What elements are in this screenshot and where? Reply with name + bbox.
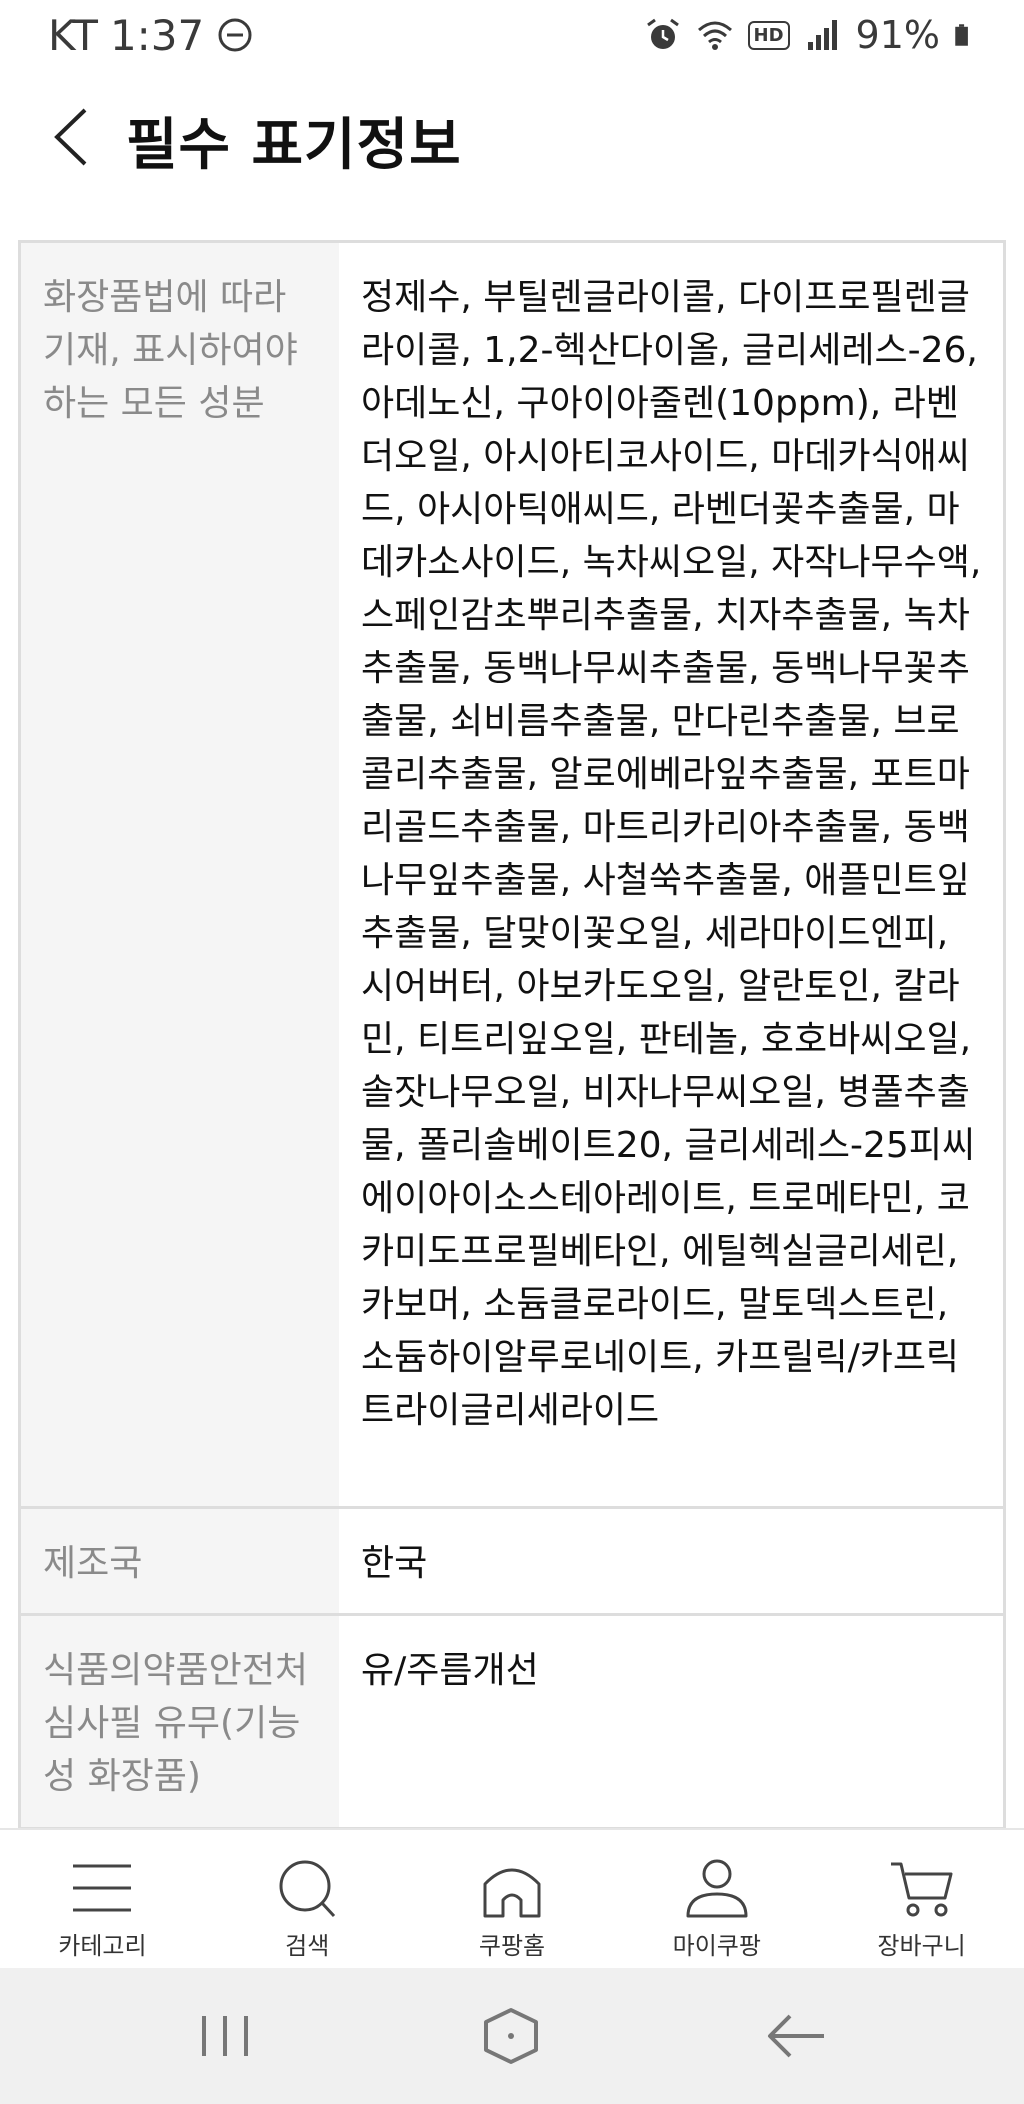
nav-label: 마이쿠팡 [672, 1932, 761, 1960]
nav-label: 쿠팡홈 [478, 1932, 546, 1960]
status-right: HD 91% [644, 13, 978, 57]
status-left: KT 1:37 [48, 11, 254, 60]
nav-cart[interactable]: 장바구니 [819, 1830, 1024, 1968]
required-info-table: 화장품법에 따라 기재, 표시하여야 하는 모든 성분 정제수, 부틸렌글라이콜… [18, 240, 1006, 1830]
cart-icon [890, 1862, 953, 1917]
nav-label: 장바구니 [877, 1932, 966, 1960]
back-arrow-icon[interactable] [762, 2006, 832, 2066]
home-button-icon[interactable] [476, 2006, 546, 2066]
nav-label: 검색 [285, 1932, 330, 1960]
carrier-label: KT [48, 10, 98, 60]
row-label: 제조국 [21, 1509, 339, 1613]
back-button[interactable] [44, 104, 98, 170]
home-icon [483, 1868, 541, 1918]
hd-voice-badge: HD [747, 20, 790, 50]
table-row: 제조국 한국 [21, 1509, 1003, 1616]
table-row: 식품의약품안전처 심사필 유무(기능성 화장품) 유/주름개선 [21, 1616, 1003, 1830]
system-navigation-bar [0, 1968, 1024, 2104]
recent-apps-icon[interactable] [190, 2006, 260, 2066]
wifi-icon [697, 21, 732, 50]
chevron-left-icon [54, 108, 87, 166]
alarm-icon [646, 18, 679, 49]
table-row: 화장품법에 따라 기재, 표시하여야 하는 모든 성분 정제수, 부틸렌글라이콜… [21, 243, 1003, 1509]
clock: 1:37 [109, 10, 205, 60]
battery-percent: 91% [855, 13, 940, 57]
nav-search[interactable]: 검색 [205, 1830, 410, 1968]
menu-icon [73, 1864, 132, 1912]
row-value: 유/주름개선 [339, 1616, 1003, 1827]
row-value: 한국 [339, 1509, 1003, 1613]
page-header: 필수 표기정보 [0, 70, 1024, 206]
row-label: 화장품법에 따라 기재, 표시하여야 하는 모든 성분 [21, 243, 339, 1506]
page-title: 필수 표기정보 [126, 113, 462, 178]
row-label: 식품의약품안전처 심사필 유무(기능성 화장품) [21, 1616, 339, 1827]
battery-icon [955, 24, 968, 46]
row-value: 정제수, 부틸렌글라이콜, 다이프로필렌글라이콜, 1,2-헥산다이올, 글리세… [339, 243, 1003, 1506]
nav-category[interactable]: 카테고리 [0, 1830, 205, 1968]
status-bar: KT 1:37 HD 91% [0, 0, 1024, 70]
nav-home[interactable]: 쿠팡홈 [410, 1830, 615, 1968]
do-not-disturb-icon [218, 18, 252, 52]
nav-label: 카테고리 [58, 1932, 147, 1960]
user-icon [686, 1859, 748, 1918]
nav-my-coupang[interactable]: 마이쿠팡 [614, 1830, 819, 1968]
signal-icon [807, 20, 837, 50]
search-icon [279, 1860, 336, 1918]
bottom-nav: 카테고리 검색 쿠팡홈 마이쿠팡 장바구니 [0, 1828, 1024, 1968]
